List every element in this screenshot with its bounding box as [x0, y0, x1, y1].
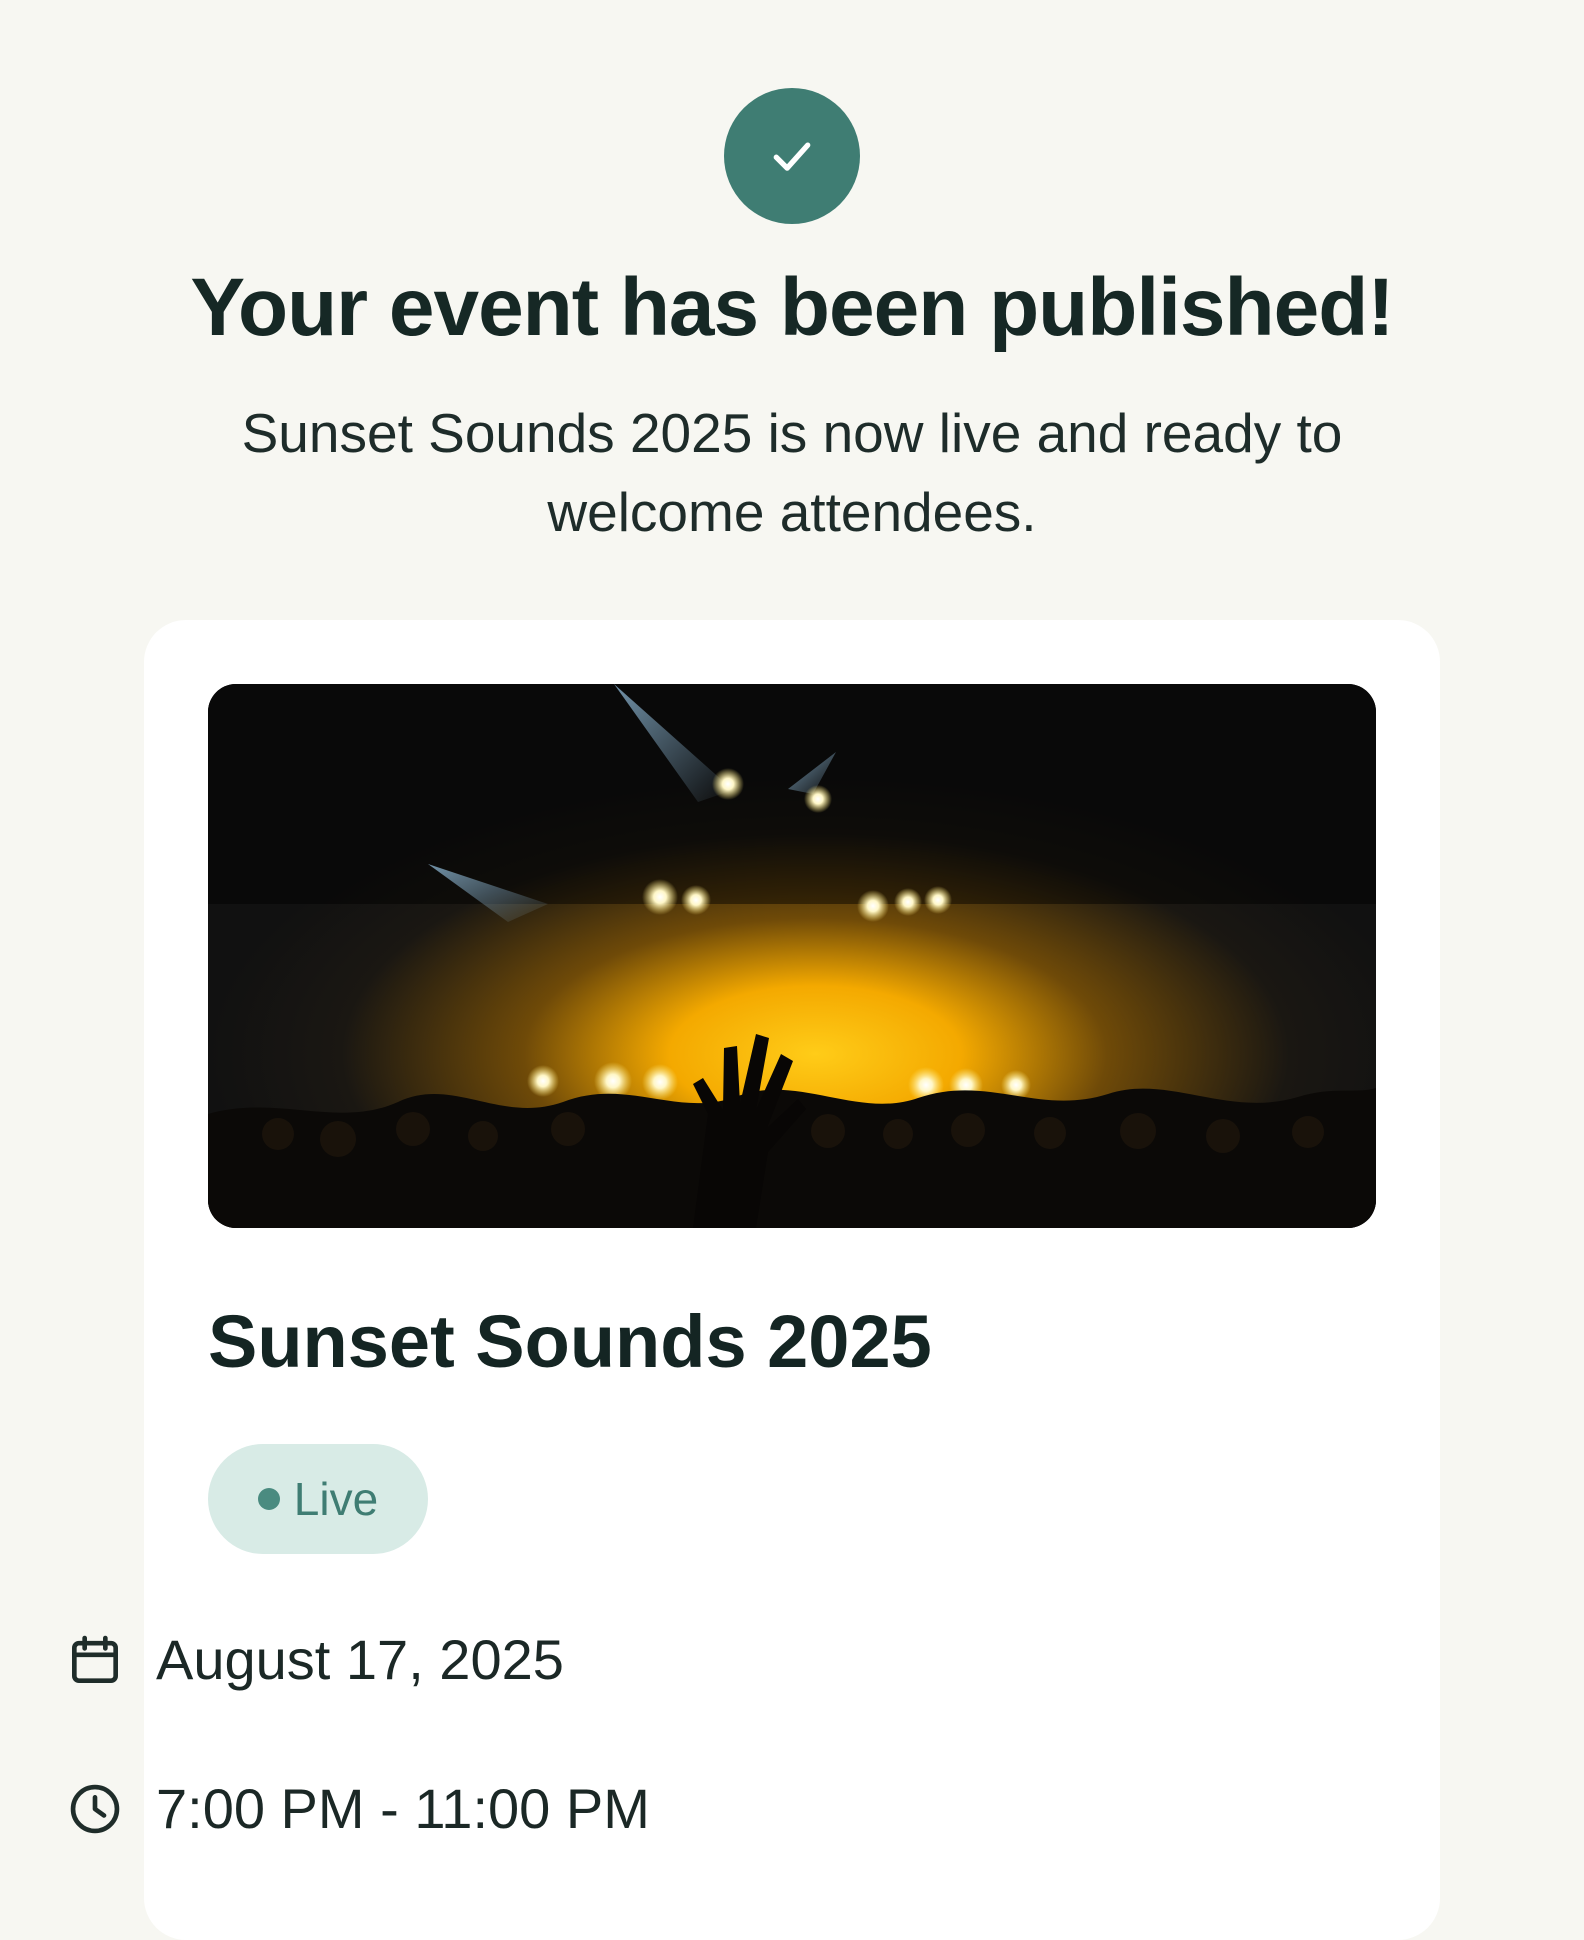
live-status-dot [257, 1488, 280, 1510]
status-badge: Live [208, 1444, 428, 1554]
status-badge-label: Live [293, 1473, 379, 1525]
event-time-row: 7:00 PM - 11:00 PM [64, 1774, 650, 1844]
success-check-icon [724, 88, 860, 224]
clock-icon [64, 1778, 126, 1840]
event-card[interactable]: Sunset Sounds 2025 Live [144, 620, 1440, 1940]
confirmation-message: Sunset Sounds 2025 is now live and ready… [241, 402, 1343, 543]
event-published-page: Your event has been published! Sunset So… [0, 0, 1584, 1940]
check-icon [773, 142, 811, 171]
concert-crowd-stage-lights-image [208, 684, 1376, 1228]
event-cover-image [208, 684, 1376, 1228]
event-time: 7:00 PM - 11:00 PM [156, 1777, 650, 1840]
event-title: Sunset Sounds 2025 [208, 1300, 932, 1383]
confirmation-title: Your event has been published! [190, 262, 1394, 353]
calendar-icon [64, 1629, 126, 1691]
event-date-row: August 17, 2025 [64, 1625, 564, 1695]
event-date: August 17, 2025 [156, 1628, 564, 1691]
